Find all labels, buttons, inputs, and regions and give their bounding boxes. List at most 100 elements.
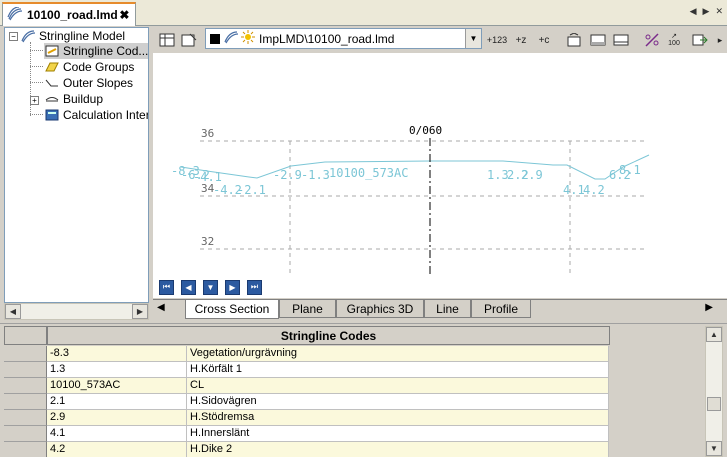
- close-window-icon[interactable]: ✕: [715, 6, 723, 17]
- code-cell[interactable]: -8.3: [47, 346, 187, 362]
- tab-plane[interactable]: Plane: [279, 300, 336, 318]
- tab-line[interactable]: Line: [424, 300, 471, 318]
- panel-icon[interactable]: [611, 30, 631, 50]
- tree-item-label: Calculation Inter.: [63, 108, 149, 122]
- scroll-down-icon[interactable]: ▼: [706, 441, 722, 456]
- last-station-icon[interactable]: ⏭: [247, 279, 262, 295]
- calculator-icon: [44, 108, 60, 122]
- view-toolbar: ImpLMD\10100_road.lmd ▼ +123 +z +c ↗ 100…: [153, 27, 727, 53]
- scroll-right-icon[interactable]: ▶: [132, 304, 148, 319]
- row-header[interactable]: [4, 410, 47, 426]
- tree-item-stringline-codes[interactable]: Stringline Cod...: [44, 43, 148, 59]
- cross-section-view[interactable]: 0/060 36 34 32 -8.3 -6.2 -4.1 -4.2 -2.1 -2.9 -1.…: [153, 53, 727, 276]
- code-cell[interactable]: 2.9: [47, 410, 187, 426]
- scroll-tabs-right-icon[interactable]: ▶: [703, 6, 710, 17]
- properties-icon[interactable]: [179, 30, 199, 50]
- station-down-icon[interactable]: ▼: [203, 279, 218, 295]
- percent-icon[interactable]: [642, 30, 662, 50]
- grid-view-icon[interactable]: [157, 30, 177, 50]
- tab-profile[interactable]: Profile: [471, 300, 531, 318]
- chevron-down-icon[interactable]: ▼: [465, 29, 481, 48]
- previous-station-icon[interactable]: ◀: [181, 279, 196, 295]
- export-icon[interactable]: [690, 30, 710, 50]
- stringline-model-icon: [7, 5, 23, 24]
- tabs-scroll-left-icon[interactable]: ◀: [157, 302, 165, 313]
- label-c-button[interactable]: +c: [534, 30, 554, 50]
- tab-graphics-3d[interactable]: Graphics 3D: [336, 300, 424, 318]
- panel-splitter[interactable]: [0, 320, 727, 324]
- point-label: 8.1: [619, 163, 641, 177]
- tree-horizontal-scrollbar[interactable]: ◀ ▶: [4, 303, 149, 320]
- tree-item-buildup[interactable]: Buildup: [44, 91, 103, 107]
- point-label: -2.1: [237, 183, 266, 197]
- code-groups-icon: [44, 60, 60, 74]
- tree-item-label: Stringline Cod...: [63, 44, 149, 58]
- expand-buildup-icon[interactable]: +: [30, 96, 39, 105]
- point-label: 2.9: [521, 168, 543, 182]
- document-tab-bar: 10100_road.lmd ✖ ◀ ▶ ✕: [0, 0, 727, 26]
- window-icon[interactable]: [588, 30, 608, 50]
- table-row[interactable]: 10100_573AC CL: [4, 378, 609, 394]
- y-axis-label: 36: [201, 127, 214, 140]
- code-cell[interactable]: 1.3: [47, 362, 187, 378]
- next-station-icon[interactable]: ▶: [225, 279, 240, 295]
- view-tabs: ◀ Cross Section Plane Graphics 3D Line P…: [153, 299, 727, 319]
- row-header[interactable]: [4, 362, 47, 378]
- row-header[interactable]: [4, 442, 47, 457]
- point-label: -2.9: [273, 168, 302, 182]
- tree-item-code-groups[interactable]: Code Groups: [44, 59, 134, 75]
- point-label: 10100_573AC: [329, 166, 408, 180]
- point-label: 4.2: [583, 183, 605, 197]
- table-row[interactable]: -8.3 Vegetation/urgrävning: [4, 346, 609, 362]
- tab-cross-section[interactable]: Cross Section: [185, 300, 279, 319]
- row-header[interactable]: [4, 394, 47, 410]
- overflow-chevron-icon[interactable]: ▸: [710, 30, 727, 50]
- code-cell[interactable]: 2.1: [47, 394, 187, 410]
- row-header[interactable]: [4, 346, 47, 362]
- tab-navigation: ◀ ▶ ✕: [690, 6, 723, 17]
- name-cell[interactable]: H.Stödremsa: [187, 410, 609, 426]
- table-row[interactable]: 4.1 H.Innerslänt: [4, 426, 609, 442]
- model-select[interactable]: ImpLMD\10100_road.lmd ▼: [205, 28, 482, 49]
- scroll-tabs-left-icon[interactable]: ◀: [690, 6, 697, 17]
- name-cell[interactable]: H.Innerslänt: [187, 426, 609, 442]
- name-cell[interactable]: H.Dike 2: [187, 442, 609, 457]
- code-cell[interactable]: 4.1: [47, 426, 187, 442]
- tree-item-calculation-intervals[interactable]: Calculation Inter.: [44, 107, 149, 123]
- tree-item-outer-slopes[interactable]: Outer Slopes: [44, 75, 133, 91]
- tree-item-label: Outer Slopes: [63, 76, 134, 90]
- close-tab-icon[interactable]: ✖: [118, 8, 131, 22]
- name-cell[interactable]: H.Sidovägren: [187, 394, 609, 410]
- document-tab[interactable]: 10100_road.lmd ✖: [2, 2, 136, 26]
- table-row[interactable]: 2.1 H.Sidovägren: [4, 394, 609, 410]
- table-row[interactable]: 1.3 H.Körfält 1: [4, 362, 609, 378]
- tree-item-label: Stringline Model: [39, 29, 126, 43]
- name-cell[interactable]: Vegetation/urgrävning: [187, 346, 609, 362]
- scroll-left-icon[interactable]: ◀: [5, 304, 21, 319]
- table-row[interactable]: 4.2 H.Dike 2: [4, 442, 609, 457]
- scale-icon: ↗: [671, 33, 677, 40]
- row-header[interactable]: [4, 426, 47, 442]
- scale-100-button[interactable]: ↗ 100: [664, 30, 684, 50]
- first-station-icon[interactable]: ⏮: [159, 279, 174, 295]
- column-header-stringline-codes[interactable]: Stringline Codes: [47, 326, 610, 345]
- label-123-button[interactable]: +123: [486, 30, 508, 50]
- name-cell[interactable]: CL: [187, 378, 609, 394]
- tree-item-stringline-model[interactable]: Stringline Model: [20, 28, 125, 44]
- table-row[interactable]: 2.9 H.Stödremsa: [4, 410, 609, 426]
- tree-item-label: Buildup: [63, 92, 104, 106]
- name-cell[interactable]: H.Körfält 1: [187, 362, 609, 378]
- code-cell[interactable]: 10100_573AC: [47, 378, 187, 394]
- tabs-scroll-right-icon[interactable]: ▶: [705, 302, 713, 313]
- zoom-extents-icon[interactable]: [564, 30, 584, 50]
- table-vertical-scrollbar[interactable]: ▲ ▼: [705, 326, 723, 457]
- row-header[interactable]: [4, 378, 47, 394]
- collapse-root-icon[interactable]: −: [9, 32, 18, 41]
- code-cell[interactable]: 4.2: [47, 442, 187, 457]
- cross-section-profile: [180, 154, 650, 180]
- document-tab-title: 10100_road.lmd: [27, 8, 118, 22]
- label-z-button[interactable]: +z: [511, 30, 531, 50]
- scroll-thumb[interactable]: [707, 397, 721, 411]
- scroll-up-icon[interactable]: ▲: [706, 327, 722, 342]
- tree-item-label: Code Groups: [63, 60, 135, 74]
